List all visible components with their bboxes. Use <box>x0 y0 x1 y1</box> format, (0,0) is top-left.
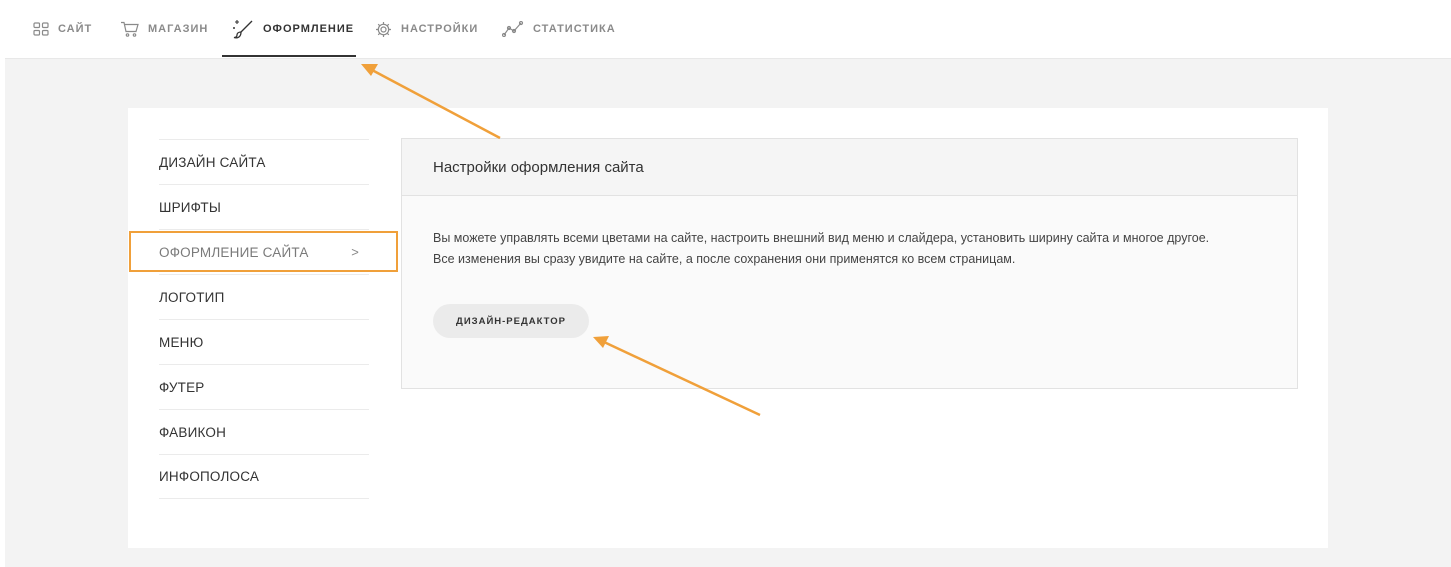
nav-item-shop[interactable]: МАГАЗИН <box>120 0 208 58</box>
app-root: САЙТ МАГАЗИН ОФОРМЛЕНИЕ НАСТРОЙКИ СТАТИС… <box>0 0 1451 567</box>
top-nav: САЙТ МАГАЗИН ОФОРМЛЕНИЕ НАСТРОЙКИ СТАТИС… <box>0 0 1451 58</box>
chevron-right-icon: > <box>351 244 359 260</box>
side-item-label: ФУТЕР <box>159 379 205 395</box>
nav-item-settings-label: НАСТРОЙКИ <box>401 23 479 35</box>
nav-item-design[interactable]: ОФОРМЛЕНИЕ <box>232 0 354 58</box>
cart-icon <box>121 21 139 37</box>
panel-description-line-2: Все изменения вы сразу увидите на сайте,… <box>433 252 1016 266</box>
nav-item-settings[interactable]: НАСТРОЙКИ <box>375 0 478 58</box>
side-menu: ДИЗАЙН САЙТА ШРИФТЫ ОФОРМЛЕНИЕ САЙТА > Л… <box>159 139 369 499</box>
side-item-infobar[interactable]: ИНФОПОЛОСА <box>159 454 369 499</box>
side-item-logo[interactable]: ЛОГОТИП <box>159 274 369 319</box>
panel-title: Настройки оформления сайта <box>402 139 1297 196</box>
side-item-label: ДИЗАЙН САЙТА <box>159 154 266 170</box>
nav-item-statistics-label: СТАТИСТИКА <box>533 23 616 35</box>
panel-body: Вы можете управлять всеми цветами на сай… <box>402 196 1297 338</box>
side-item-label: ШРИФТЫ <box>159 199 221 215</box>
nav-item-shop-label: МАГАЗИН <box>148 23 209 35</box>
nav-item-design-label: ОФОРМЛЕНИЕ <box>263 23 355 35</box>
grid-icon <box>33 22 49 36</box>
side-item-label: ЛОГОТИП <box>159 289 225 305</box>
side-item-label: ФАВИКОН <box>159 424 227 440</box>
chart-line-icon <box>502 21 524 37</box>
side-item-fonts[interactable]: ШРИФТЫ <box>159 184 369 229</box>
side-item-site-appearance[interactable]: ОФОРМЛЕНИЕ САЙТА > <box>159 229 369 274</box>
side-item-menu[interactable]: МЕНЮ <box>159 319 369 364</box>
design-editor-button[interactable]: ДИЗАЙН-РЕДАКТОР <box>433 304 589 338</box>
active-tab-underline <box>222 55 356 57</box>
side-item-label: МЕНЮ <box>159 334 204 350</box>
nav-item-site[interactable]: САЙТ <box>33 0 92 58</box>
nav-item-statistics[interactable]: СТАТИСТИКА <box>502 0 616 58</box>
side-item-site-design[interactable]: ДИЗАЙН САЙТА <box>159 139 369 184</box>
side-item-favicon[interactable]: ФАВИКОН <box>159 409 369 454</box>
design-settings-panel: Настройки оформления сайта Вы можете упр… <box>401 138 1298 389</box>
side-item-footer[interactable]: ФУТЕР <box>159 364 369 409</box>
side-item-label: ИНФОПОЛОСА <box>159 469 260 484</box>
panel-description-line-1: Вы можете управлять всеми цветами на сай… <box>433 231 1210 245</box>
side-item-label: ОФОРМЛЕНИЕ САЙТА <box>159 244 309 260</box>
magic-brush-icon <box>233 20 253 39</box>
gear-icon <box>376 21 391 37</box>
nav-item-site-label: САЙТ <box>58 23 93 35</box>
